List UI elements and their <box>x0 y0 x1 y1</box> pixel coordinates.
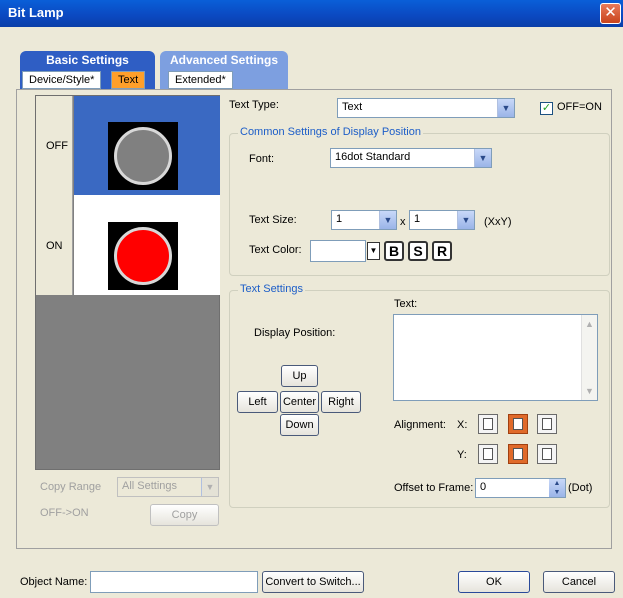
copy-range-select[interactable]: All Settings ▼ <box>117 477 219 497</box>
tab-basic-settings[interactable]: Basic Settings Device/Style* Text <box>20 51 155 91</box>
on-state-cell[interactable] <box>74 215 220 295</box>
text-input[interactable]: ▲ ▼ <box>393 314 598 401</box>
align-top-icon <box>483 448 493 460</box>
align-y-top-button[interactable] <box>478 444 498 464</box>
text-size-y-value: 1 <box>414 213 421 225</box>
align-center-icon <box>513 418 523 430</box>
subtab-extended[interactable]: Extended* <box>168 71 233 89</box>
tab-advanced-settings-label: Advanced Settings <box>169 53 279 67</box>
alignment-label: Alignment: <box>394 419 446 431</box>
offset-label: Offset to Frame: <box>394 482 474 494</box>
display-position-label: Display Position: <box>254 327 336 339</box>
on-lamp <box>114 227 172 285</box>
text-color-swatch[interactable] <box>310 240 366 262</box>
position-up-button[interactable]: Up <box>281 365 318 387</box>
bold-button[interactable]: B <box>384 241 404 261</box>
align-left-icon <box>483 418 493 430</box>
text-type-label: Text Type: <box>229 99 279 111</box>
subtab-device-style[interactable]: Device/Style* <box>22 71 102 89</box>
font-select[interactable]: 16dot Standard ▼ <box>330 148 492 168</box>
align-y-bottom-button[interactable] <box>537 444 557 464</box>
title-bar: Bit Lamp ✕ <box>0 0 623 27</box>
align-x-center-button[interactable] <box>508 414 528 434</box>
text-label: Text: <box>394 298 418 310</box>
subtab-text[interactable]: Text <box>111 71 146 89</box>
size-unit-label: (XxY) <box>484 216 512 228</box>
close-icon[interactable]: ✕ <box>600 3 621 24</box>
copy-range-value: All Settings <box>122 480 178 492</box>
offset-value: 0 <box>480 481 487 493</box>
shadow-button[interactable]: S <box>408 241 428 261</box>
align-y-middle-button[interactable] <box>508 444 528 464</box>
spinner-icon[interactable]: ▲ ▼ <box>549 479 565 497</box>
reverse-button[interactable]: R <box>432 241 452 261</box>
offset-input[interactable]: 0 ▲ ▼ <box>475 478 566 498</box>
off-lamp-frame <box>108 122 178 190</box>
alignment-y-label: Y: <box>457 449 467 461</box>
off-on-checkbox[interactable]: ✓ <box>540 102 553 115</box>
off-lamp <box>114 127 172 185</box>
off-state-label: OFF <box>46 140 68 152</box>
position-down-button[interactable]: Down <box>280 414 319 436</box>
align-middle-icon <box>513 448 523 460</box>
object-name-label: Object Name: <box>20 576 88 588</box>
text-type-value: Text <box>342 101 363 113</box>
on-lamp-frame <box>108 222 178 290</box>
chevron-down-icon: ▼ <box>201 478 218 496</box>
font-label: Font: <box>249 153 275 165</box>
offset-unit-label: (Dot) <box>568 482 593 494</box>
scroll-up-icon: ▲ <box>585 319 594 329</box>
text-color-label: Text Color: <box>249 244 302 256</box>
object-name-input[interactable] <box>90 571 258 593</box>
text-size-y-select[interactable]: 1 ▼ <box>409 210 475 230</box>
ok-button[interactable]: OK <box>458 571 530 593</box>
color-dropdown-icon[interactable]: ▼ <box>367 242 380 260</box>
text-size-x-select[interactable]: 1 ▼ <box>331 210 397 230</box>
text-size-label: Text Size: <box>249 214 297 226</box>
tab-basic-settings-label: Basic Settings <box>46 53 129 67</box>
font-value: 16dot Standard <box>335 151 411 163</box>
off-state-cell[interactable] <box>74 114 220 195</box>
position-left-button[interactable]: Left <box>237 391 278 413</box>
align-x-left-button[interactable] <box>478 414 498 434</box>
convert-to-switch-button[interactable]: Convert to Switch... <box>262 571 364 593</box>
chevron-down-icon: ▼ <box>474 149 491 167</box>
tab-advanced-settings[interactable]: Advanced Settings Extended* <box>160 51 288 91</box>
alignment-x-label: X: <box>457 419 468 431</box>
scroll-down-icon: ▼ <box>585 386 594 396</box>
state-label-column <box>36 96 73 295</box>
size-separator: x <box>400 216 406 228</box>
chevron-down-icon: ▼ <box>497 99 514 117</box>
off-header-strip <box>74 96 220 114</box>
align-right-icon <box>542 418 552 430</box>
chevron-down-icon: ▼ <box>457 211 474 229</box>
common-settings-title: Common Settings of Display Position <box>238 126 423 138</box>
text-scrollbar[interactable]: ▲ ▼ <box>581 315 597 400</box>
on-header-strip <box>74 195 220 215</box>
copy-button[interactable]: Copy <box>150 504 219 526</box>
off-on-checkbox-label: OFF=ON <box>557 101 602 113</box>
on-state-label: ON <box>46 240 63 252</box>
cancel-button[interactable]: Cancel <box>543 571 615 593</box>
align-bottom-icon <box>542 448 552 460</box>
position-center-button[interactable]: Center <box>280 391 319 413</box>
chevron-down-icon: ▼ <box>379 211 396 229</box>
text-type-select[interactable]: Text ▼ <box>337 98 515 118</box>
position-right-button[interactable]: Right <box>321 391 361 413</box>
copy-range-label: Copy Range <box>40 481 102 493</box>
text-size-x-value: 1 <box>336 213 343 225</box>
align-x-right-button[interactable] <box>537 414 557 434</box>
lamp-preview: OFF ON <box>35 95 220 470</box>
off-on-label: OFF->ON <box>40 507 89 519</box>
window-title: Bit Lamp <box>8 5 64 20</box>
text-settings-title: Text Settings <box>238 283 305 295</box>
